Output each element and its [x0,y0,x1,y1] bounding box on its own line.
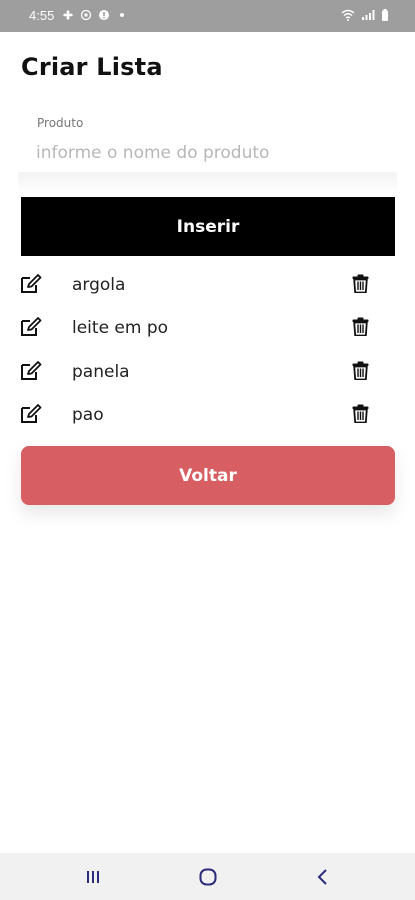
wifi-icon [341,9,355,21]
home-icon [199,868,217,886]
home-button[interactable] [196,865,220,889]
list-item: pao [0,393,415,436]
edit-icon[interactable] [20,274,42,294]
page-title: Criar Lista [21,53,163,81]
back-nav-button[interactable] [311,865,335,889]
trash-icon[interactable] [352,361,369,380]
list-item: leite em po [0,306,415,349]
back-icon [317,869,327,885]
trash-icon[interactable] [352,404,369,423]
status-left-icons [62,9,128,21]
signal-icon [362,10,375,20]
insert-button[interactable]: Inserir [21,197,395,256]
status-bar: 4:55 [0,0,415,32]
recent-apps-button[interactable] [81,865,105,889]
trash-icon[interactable] [352,317,369,336]
edit-icon[interactable] [20,361,42,381]
item-name: panela [72,362,130,382]
input-shadow [18,172,397,194]
item-name: argola [72,275,126,295]
fan-icon [63,10,73,20]
edit-icon[interactable] [20,404,42,424]
item-name: leite em po [72,318,169,338]
product-input[interactable] [36,138,376,168]
status-right-icons [341,9,389,21]
trash-icon[interactable] [352,274,369,293]
edit-icon[interactable] [20,317,42,337]
vpn-icon [80,9,92,21]
status-time: 4:55 [29,8,55,23]
notification-icon [99,10,109,20]
product-label: Produto [37,116,84,130]
back-button[interactable]: Voltar [21,446,395,505]
list-item: argola [0,263,415,306]
item-name: pao [72,405,104,425]
dot-icon [120,13,124,17]
battery-icon [382,9,388,21]
recent-apps-icon [87,871,99,883]
list-item: panela [0,350,415,393]
navigation-bar [0,853,415,900]
